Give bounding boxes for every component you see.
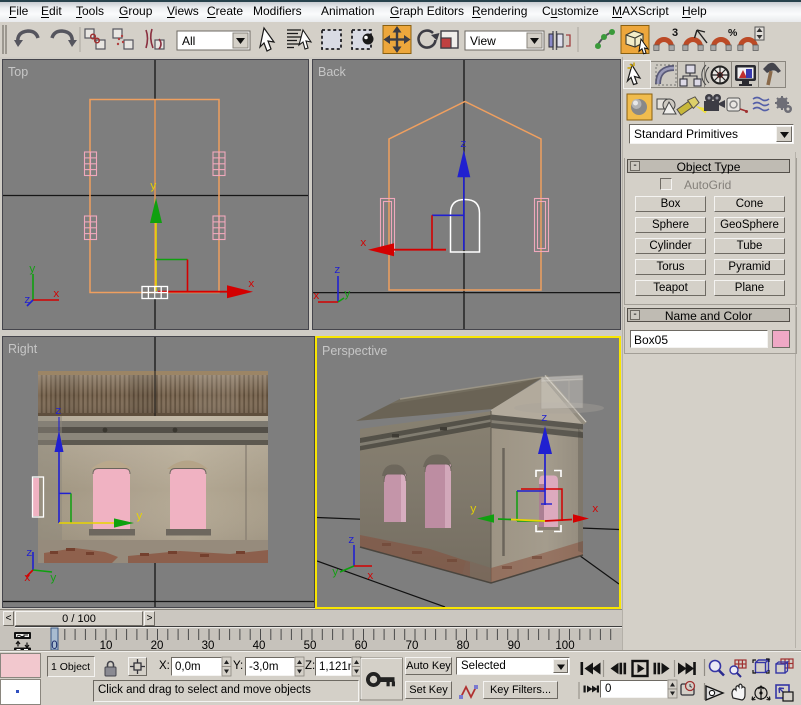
svg-text:x: x: [592, 504, 599, 516]
svg-text:z: z: [541, 413, 548, 425]
svg-text:View: View: [470, 34, 496, 48]
svg-text:y: y: [470, 504, 477, 516]
svg-text:z: z: [348, 535, 355, 547]
svg-text:y: y: [50, 573, 57, 585]
svg-text:40: 40: [253, 640, 266, 650]
svg-text:All: All: [182, 34, 195, 48]
svg-text:z: z: [460, 139, 467, 151]
svg-text:Top: Top: [8, 65, 28, 79]
svg-text:60: 60: [355, 640, 368, 650]
svg-text:z: z: [55, 406, 62, 418]
svg-text:z: z: [334, 265, 341, 277]
svg-text:x: x: [24, 573, 31, 585]
svg-text:30: 30: [202, 640, 215, 650]
svg-text:x: x: [367, 571, 374, 583]
svg-text:Perspective: Perspective: [322, 344, 387, 358]
svg-text:z: z: [24, 295, 31, 307]
svg-text:x: x: [248, 279, 255, 291]
svg-text:y: y: [29, 264, 36, 276]
svg-text:Back: Back: [318, 65, 347, 79]
svg-text:10: 10: [100, 640, 113, 650]
svg-text:x: x: [360, 238, 367, 250]
svg-text:z: z: [26, 548, 33, 560]
svg-text:Right: Right: [8, 342, 38, 356]
svg-text:y: y: [136, 511, 143, 523]
svg-text:90: 90: [508, 640, 521, 650]
svg-text:70: 70: [406, 640, 419, 650]
svg-text:y: y: [150, 181, 157, 193]
svg-text:x: x: [313, 291, 320, 303]
svg-text:x: x: [53, 289, 60, 301]
svg-text:0: 0: [51, 640, 57, 650]
svg-text:3: 3: [672, 27, 678, 39]
svg-text:50: 50: [304, 640, 317, 650]
svg-text:80: 80: [457, 640, 470, 650]
svg-text:y: y: [344, 289, 351, 301]
svg-text:y: y: [332, 567, 339, 579]
svg-text:%: %: [728, 27, 738, 39]
svg-text:100: 100: [555, 640, 574, 650]
svg-text:20: 20: [151, 640, 164, 650]
